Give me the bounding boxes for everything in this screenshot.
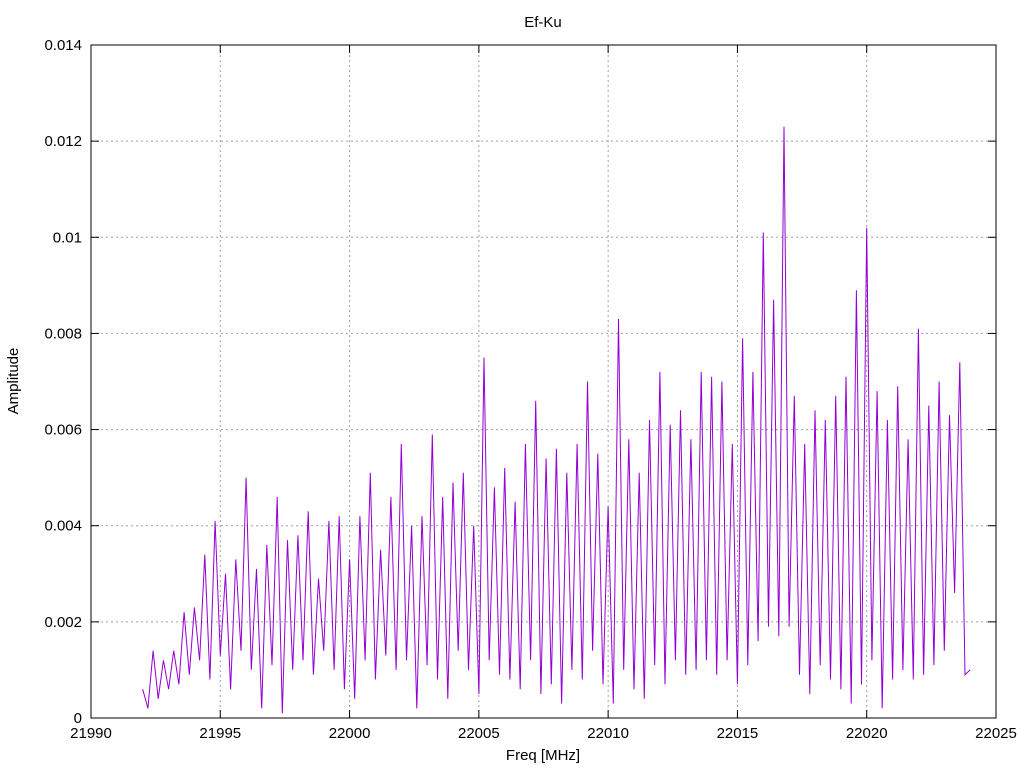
x-tick-label: 21990: [70, 725, 112, 742]
y-tick-label: 0.01: [53, 229, 82, 246]
y-tick-labels: 0 0.002 0.004 0.006 0.008 0.01 0.012 0.014: [44, 37, 82, 727]
y-tick-label: 0: [74, 710, 82, 727]
series-line-ef-ku: [142, 126, 971, 714]
y-tick-label: 0.008: [44, 325, 82, 342]
y-tick-label: 0.006: [44, 422, 82, 439]
x-tick-label: 22005: [458, 725, 500, 742]
x-tick-label: 22010: [587, 725, 629, 742]
x-tick-label: 22020: [846, 725, 888, 742]
y-axis-label: Amplitude: [5, 348, 22, 415]
x-tick-label: 22025: [975, 725, 1017, 742]
y-tick-label: 0.002: [44, 614, 82, 631]
y-tick-label: 0.012: [44, 133, 82, 150]
x-tick-label: 22000: [329, 725, 371, 742]
x-tick-labels: 21990 21995 22000 22005 22010 22015 22020 22025: [70, 725, 1017, 742]
chart-title: Ef-Ku: [524, 14, 562, 31]
x-axis-label: Freq [MHz]: [506, 747, 580, 764]
chart: 21990 21995 22000 22005 22010 22015 22020 22025…: [5, 14, 1017, 764]
x-tick-label: 21995: [199, 725, 241, 742]
y-tick-label: 0.014: [44, 37, 82, 54]
y-tick-label: 0.004: [44, 518, 82, 535]
x-tick-label: 22015: [717, 725, 759, 742]
